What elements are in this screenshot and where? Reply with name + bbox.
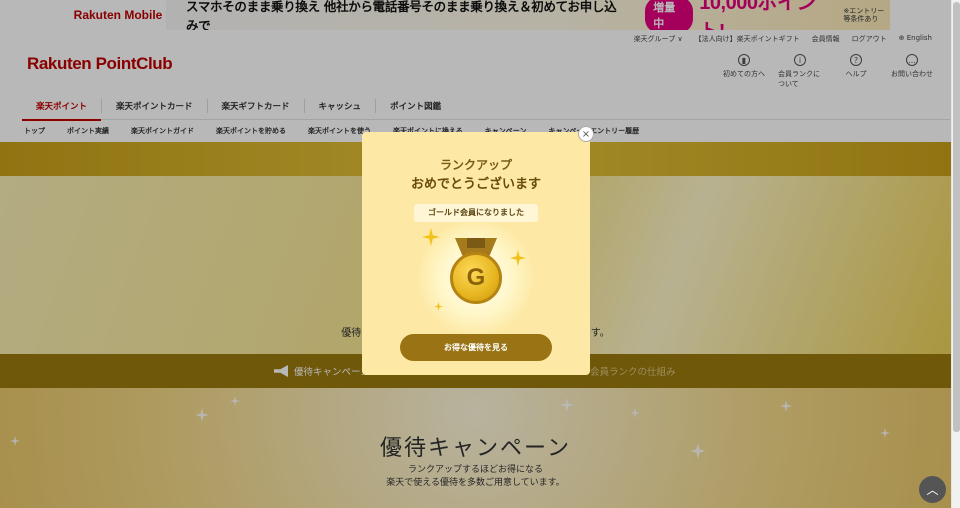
modal-title-line2: おめでとうございます — [410, 177, 541, 192]
medal-letter: G — [466, 264, 486, 291]
chevron-up-icon: ︿ — [926, 483, 939, 497]
gold-medal-icon: G — [450, 252, 502, 304]
scroll-to-top-button[interactable]: ︿ — [919, 476, 946, 503]
modal-title: ランクアップ おめでとうございます — [362, 156, 590, 194]
medal-ribbon-center — [467, 238, 485, 248]
modal-title-line1: ランクアップ — [439, 158, 512, 172]
scrollbar[interactable] — [951, 0, 960, 508]
close-icon[interactable]: × — [578, 126, 594, 142]
rank-up-modal: ランクアップ おめでとうございます ゴールド会員になりました G お得な優待を見… — [362, 132, 590, 375]
view-benefits-button[interactable]: お得な優待を見る — [400, 334, 552, 361]
scrollbar-thumb[interactable] — [953, 2, 960, 432]
